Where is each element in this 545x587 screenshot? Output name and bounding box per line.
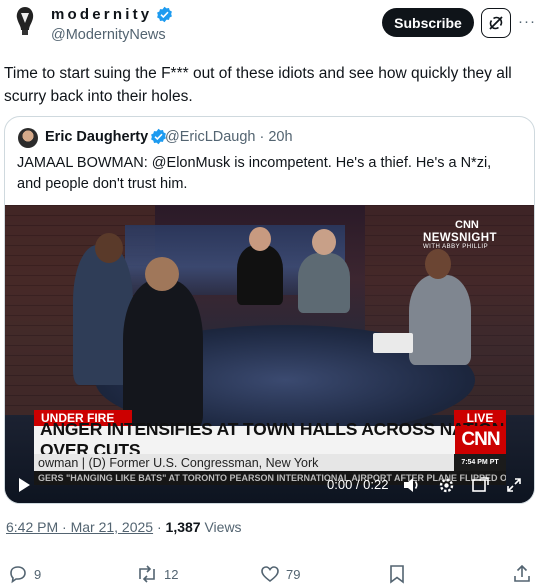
repost-icon: [139, 565, 155, 583]
repost-count: 12: [164, 566, 179, 582]
video-controls: 0:00 / 0:22: [5, 471, 534, 501]
reply-button[interactable]: 9: [8, 564, 41, 584]
panelist: [298, 253, 350, 313]
author-name-text: modernity: [51, 6, 153, 23]
author-display-name[interactable]: modernity: [51, 6, 173, 23]
video-time: 0:00 / 0:22: [327, 477, 389, 492]
cnn-logo: CNN: [455, 426, 506, 454]
like-button[interactable]: 79: [260, 564, 300, 584]
video-player[interactable]: CNN NEWSNIGHT WITH ABBY PHILLIP UNDER FI…: [5, 205, 534, 503]
panelist: [95, 233, 123, 263]
timestamp-separator: ·: [153, 519, 166, 535]
verified-badge-icon: [157, 6, 173, 23]
quote-author-name[interactable]: Eric Daugherty: [45, 128, 167, 145]
more-icon[interactable]: ···: [516, 9, 538, 33]
chyron-headline: ANGER INTENSIFIES AT TOWN HALLS ACROSS N…: [34, 419, 506, 460]
cnn-bug-logo: CNN: [455, 219, 479, 231]
settings-icon[interactable]: [437, 476, 455, 494]
volume-icon[interactable]: [403, 476, 421, 494]
tweet-time-link[interactable]: 6:42 PM · Mar 21, 2025: [6, 519, 153, 535]
tweet-timestamp: 6:42 PM · Mar 21, 2025 · 1,387 Views: [6, 519, 242, 535]
quote-author-name-text: Eric Daugherty: [45, 128, 149, 145]
reply-icon: [10, 566, 26, 584]
tweet-action-bar: 9 12 79: [0, 560, 545, 587]
quote-author-avatar[interactable]: [18, 128, 38, 148]
like-icon: [261, 566, 279, 583]
host: [409, 275, 471, 365]
repost-button[interactable]: 12: [136, 564, 178, 584]
author-avatar[interactable]: [8, 4, 42, 38]
share-icon: [514, 564, 530, 582]
bookmark-icon: [390, 565, 404, 584]
author-handle[interactable]: @ModernityNews: [51, 27, 166, 43]
panelist: [312, 229, 336, 255]
quote-text: JAMAAL BOWMAN: @ElonMusk is incompetent.…: [17, 155, 492, 192]
grok-icon: [489, 16, 503, 30]
like-count: 79: [286, 566, 301, 582]
subscribe-button[interactable]: Subscribe: [382, 8, 474, 37]
show-subtitle: WITH ABBY PHILLIP: [423, 244, 489, 250]
views-label: Views: [200, 519, 242, 535]
panelist: [237, 245, 283, 305]
quoted-tweet-card[interactable]: Eric Daugherty @EricLDaugh · 20h JAMAAL …: [4, 116, 535, 504]
grok-button[interactable]: [481, 8, 511, 38]
share-button[interactable]: [512, 564, 532, 584]
tweet-text: Time to start suing the F*** out of thes…: [4, 65, 512, 105]
reply-count: 9: [34, 566, 42, 582]
panelist: [145, 257, 179, 291]
panelist: [123, 280, 203, 430]
pip-icon[interactable]: [471, 476, 489, 494]
show-title: NEWSNIGHT: [423, 232, 497, 244]
views-count: 1,387: [165, 519, 201, 535]
bookmark-button[interactable]: [388, 564, 406, 584]
modernity-logo-icon: [16, 7, 34, 35]
panelist: [249, 227, 271, 251]
fullscreen-icon[interactable]: [505, 476, 523, 494]
play-icon[interactable]: [19, 478, 30, 492]
show-name: NEWSNIGHT WITH ABBY PHILLIP: [423, 232, 497, 250]
host: [425, 249, 451, 279]
chyron-clock: 7:54 PM PT: [454, 454, 506, 471]
quote-handle-time[interactable]: @EricLDaugh · 20h: [165, 129, 293, 145]
chyron-subline: owman | (D) Former U.S. Congressman, New…: [34, 454, 454, 471]
papers: [373, 333, 413, 353]
